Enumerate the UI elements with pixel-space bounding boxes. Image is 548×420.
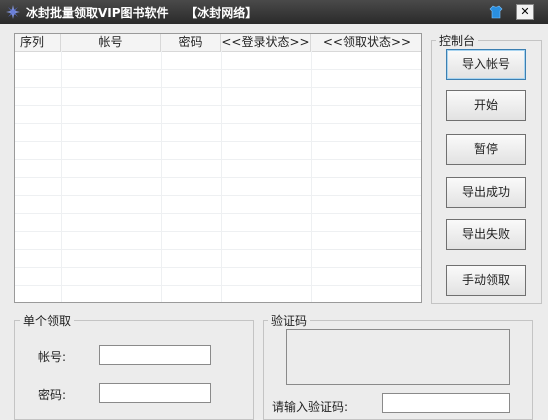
grid-row-line bbox=[15, 285, 421, 286]
account-input[interactable] bbox=[99, 345, 211, 365]
column-header-index[interactable]: 序列 bbox=[15, 34, 61, 51]
skin-shirt-icon[interactable] bbox=[488, 4, 504, 20]
column-header-claim-status[interactable]: <<领取状态>> bbox=[311, 34, 421, 51]
grid-row-line bbox=[15, 141, 421, 142]
account-label: 帐号: bbox=[38, 350, 67, 364]
manual-claim-button[interactable]: 手动领取 bbox=[446, 265, 526, 296]
export-failed-button[interactable]: 导出失败 bbox=[446, 219, 526, 250]
pause-button[interactable]: 暂停 bbox=[446, 134, 526, 165]
app-logo-icon bbox=[6, 5, 20, 19]
grid-row-line bbox=[15, 123, 421, 124]
list-header: 序列 帐号 密码 <<登录状态>> <<领取状态>> bbox=[15, 34, 421, 52]
single-claim-group bbox=[14, 320, 254, 420]
control-panel-title: 控制台 bbox=[436, 32, 479, 49]
account-list[interactable]: 序列 帐号 密码 <<登录状态>> <<领取状态>> bbox=[14, 33, 422, 303]
column-header-password[interactable]: 密码 bbox=[161, 34, 221, 51]
start-button[interactable]: 开始 bbox=[446, 90, 526, 121]
password-input[interactable] bbox=[99, 383, 211, 403]
grid-row-line bbox=[15, 69, 421, 70]
grid-row-line bbox=[15, 249, 421, 250]
close-icon: ✕ bbox=[520, 5, 530, 18]
grid-row-line bbox=[15, 177, 421, 178]
grid-row-line bbox=[15, 213, 421, 214]
grid-row-line bbox=[15, 159, 421, 160]
grid-row-line bbox=[15, 87, 421, 88]
window-title: 冰封批量领取VIP图书软件 【冰封网络】 bbox=[26, 6, 258, 20]
captcha-input-label: 请输入验证码: bbox=[272, 400, 349, 414]
grid-column-line bbox=[221, 51, 222, 302]
column-header-account[interactable]: 帐号 bbox=[61, 34, 161, 51]
close-button[interactable]: ✕ bbox=[516, 4, 534, 20]
captcha-title: 验证码 bbox=[268, 312, 311, 329]
grid-column-line bbox=[311, 51, 312, 302]
grid-column-line bbox=[161, 51, 162, 302]
password-label: 密码: bbox=[38, 388, 67, 402]
export-success-button[interactable]: 导出成功 bbox=[446, 177, 526, 208]
captcha-input[interactable] bbox=[382, 393, 510, 413]
title-bar: 冰封批量领取VIP图书软件 【冰封网络】 ✕ bbox=[0, 0, 548, 24]
grid-row-line bbox=[15, 231, 421, 232]
captcha-image[interactable] bbox=[286, 329, 510, 385]
import-accounts-button[interactable]: 导入帐号 bbox=[446, 49, 526, 80]
single-claim-title: 单个领取 bbox=[20, 312, 75, 329]
grid-row-line bbox=[15, 195, 421, 196]
column-header-login-status[interactable]: <<登录状态>> bbox=[221, 34, 311, 51]
grid-column-line bbox=[61, 51, 62, 302]
grid-row-line bbox=[15, 267, 421, 268]
grid-row-line bbox=[15, 105, 421, 106]
